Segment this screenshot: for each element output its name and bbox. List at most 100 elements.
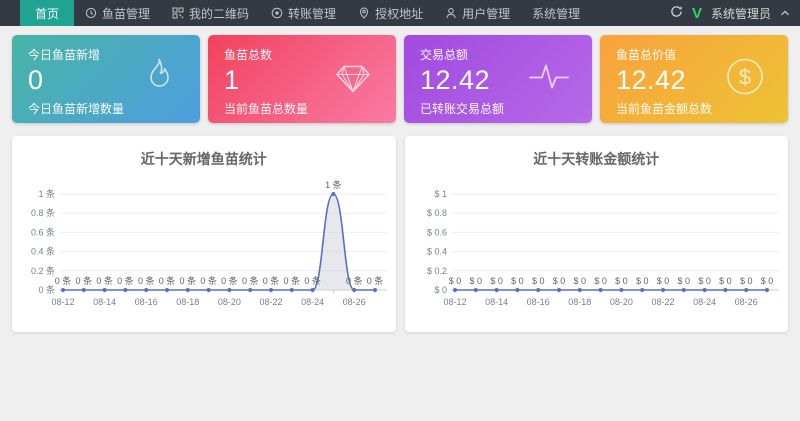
svg-text:08-26: 08-26: [342, 297, 365, 307]
svg-text:$ 1: $ 1: [435, 189, 448, 199]
svg-text:0 条: 0 条: [96, 275, 113, 286]
location-pin-icon: [358, 7, 370, 19]
nav-item-label: 授权地址: [375, 5, 423, 22]
new-fry-line-chart: 0 条0.2 条0.4 条0.6 条0.8 条1 条08-1208-1408-1…: [12, 172, 396, 330]
svg-text:$ 0: $ 0: [699, 276, 712, 286]
svg-text:0.8 条: 0.8 条: [31, 207, 55, 218]
current-user-name[interactable]: 系统管理员: [711, 5, 771, 22]
clock-icon: [85, 7, 97, 19]
svg-text:0 条: 0 条: [242, 275, 259, 286]
svg-text:08-22: 08-22: [652, 297, 675, 307]
svg-text:0 条: 0 条: [221, 275, 238, 286]
svg-text:08-14: 08-14: [93, 297, 116, 307]
chart-panels-row: 近十天新增鱼苗统计 0 条0.2 条0.4 条0.6 条0.8 条1 条08-1…: [12, 136, 788, 332]
stat-card-transaction-total: 交易总额 12.42 已转账交易总额: [404, 35, 592, 123]
svg-text:$ 0: $ 0: [636, 276, 649, 286]
svg-text:$ 0: $ 0: [657, 276, 670, 286]
nav-item-label: 系统管理: [532, 5, 580, 22]
svg-text:0 条: 0 条: [38, 284, 55, 295]
chart-canvas: 0 条0.2 条0.4 条0.6 条0.8 条1 条08-1208-1408-1…: [15, 172, 393, 330]
svg-text:08-26: 08-26: [735, 297, 758, 307]
svg-text:$ 0: $ 0: [678, 276, 691, 286]
stat-card-new-fry-today: 今日鱼苗新增 0 今日鱼苗新增数量: [12, 35, 200, 123]
nav-item-fry-management[interactable]: 鱼苗管理: [74, 0, 161, 26]
user-icon: [445, 7, 457, 19]
stat-card-total-fry: 鱼苗总数 1 当前鱼苗总数量: [208, 35, 396, 123]
svg-text:$ 0: $ 0: [435, 285, 448, 295]
nav-item-label: 首页: [35, 5, 59, 22]
transfer-icon: [271, 7, 283, 19]
refresh-icon[interactable]: [670, 5, 683, 21]
svg-text:0.6 条: 0.6 条: [31, 226, 55, 237]
svg-text:08-18: 08-18: [176, 297, 199, 307]
nav-right: V 系统管理员: [670, 0, 800, 26]
chevron-up-icon[interactable]: [780, 6, 790, 20]
svg-text:$ 0: $ 0: [491, 276, 504, 286]
svg-text:0.2 条: 0.2 条: [31, 265, 55, 276]
svg-text:1 条: 1 条: [38, 188, 55, 199]
svg-text:$ 0: $ 0: [740, 276, 753, 286]
nav-item-my-qrcode[interactable]: 我的二维码: [161, 0, 260, 26]
transfer-amount-line-chart: $ 0$ 0.2$ 0.4$ 0.6$ 0.8$ 108-1208-1408-1…: [405, 172, 789, 330]
qrcode-icon: [172, 7, 184, 19]
svg-text:08-20: 08-20: [610, 297, 633, 307]
svg-text:08-24: 08-24: [693, 297, 716, 307]
svg-text:$ 0.2: $ 0.2: [427, 266, 447, 276]
flame-icon: [136, 55, 180, 104]
svg-text:0 条: 0 条: [283, 275, 300, 286]
svg-text:0 条: 0 条: [54, 275, 71, 286]
dollar-icon: $: [722, 54, 768, 105]
svg-text:$ 0: $ 0: [615, 276, 628, 286]
svg-text:08-22: 08-22: [259, 297, 282, 307]
nav-item-label: 用户管理: [462, 5, 510, 22]
svg-text:$: $: [739, 65, 751, 90]
svg-text:$ 0: $ 0: [761, 276, 774, 286]
panel-transfer-amount-chart: 近十天转账金额统计 $ 0$ 0.2$ 0.4$ 0.6$ 0.8$ 108-1…: [405, 136, 789, 332]
svg-text:0 条: 0 条: [158, 275, 175, 286]
nav-item-label: 鱼苗管理: [102, 5, 150, 22]
svg-text:08-20: 08-20: [218, 297, 241, 307]
svg-text:$ 0: $ 0: [470, 276, 483, 286]
svg-text:$ 0: $ 0: [511, 276, 524, 286]
nav-item-label: 我的二维码: [189, 5, 249, 22]
svg-text:0 条: 0 条: [366, 275, 383, 286]
svg-text:08-18: 08-18: [569, 297, 592, 307]
svg-text:0 条: 0 条: [200, 275, 217, 286]
svg-text:0 条: 0 条: [75, 275, 92, 286]
svg-text:$ 0: $ 0: [532, 276, 545, 286]
nav-item-user-management[interactable]: 用户管理: [434, 0, 521, 26]
svg-text:08-16: 08-16: [134, 297, 157, 307]
svg-text:08-12: 08-12: [51, 297, 74, 307]
nav-item-transfer-management[interactable]: 转账管理: [260, 0, 347, 26]
svg-text:$ 0: $ 0: [595, 276, 608, 286]
svg-text:$ 0.6: $ 0.6: [427, 227, 447, 237]
svg-text:$ 0.8: $ 0.8: [427, 208, 447, 218]
stat-card-fry-total-value: 鱼苗总价值 12.42 当前鱼苗金额总数 $: [600, 35, 788, 123]
chart-title: 近十天新增鱼苗统计: [12, 149, 396, 169]
svg-text:08-14: 08-14: [485, 297, 508, 307]
nav-item-label: 转账管理: [288, 5, 336, 22]
svg-text:0.4 条: 0.4 条: [31, 246, 55, 257]
svg-text:0 条: 0 条: [304, 275, 321, 286]
svg-text:08-16: 08-16: [527, 297, 550, 307]
nav-item-system-management[interactable]: 系统管理: [521, 0, 591, 26]
chart-canvas: $ 0$ 0.2$ 0.4$ 0.6$ 0.8$ 108-1208-1408-1…: [407, 172, 785, 330]
svg-text:$ 0: $ 0: [449, 276, 462, 286]
svg-text:0 条: 0 条: [346, 275, 363, 286]
svg-text:0 条: 0 条: [117, 275, 134, 286]
nav-item-auth-address[interactable]: 授权地址: [347, 0, 434, 26]
svg-text:0 条: 0 条: [262, 275, 279, 286]
pulse-icon: [526, 55, 572, 104]
stat-cards-row: 今日鱼苗新增 0 今日鱼苗新增数量 鱼苗总数 1 当前鱼苗总数量 交易总额 12…: [12, 35, 788, 123]
svg-text:08-12: 08-12: [444, 297, 467, 307]
svg-text:$ 0: $ 0: [553, 276, 566, 286]
top-nav: 首页 鱼苗管理 我的二维码 转账管理 授权地址 用户管理 系统管理: [0, 0, 800, 26]
svg-text:$ 0: $ 0: [719, 276, 732, 286]
gem-icon: [330, 55, 376, 104]
panel-new-fry-chart: 近十天新增鱼苗统计 0 条0.2 条0.4 条0.6 条0.8 条1 条08-1…: [12, 136, 396, 332]
nav-item-home[interactable]: 首页: [20, 0, 74, 26]
svg-text:0 条: 0 条: [138, 275, 155, 286]
svg-text:08-24: 08-24: [301, 297, 324, 307]
chart-title: 近十天转账金额统计: [405, 149, 789, 169]
svg-text:1 条: 1 条: [325, 179, 342, 190]
